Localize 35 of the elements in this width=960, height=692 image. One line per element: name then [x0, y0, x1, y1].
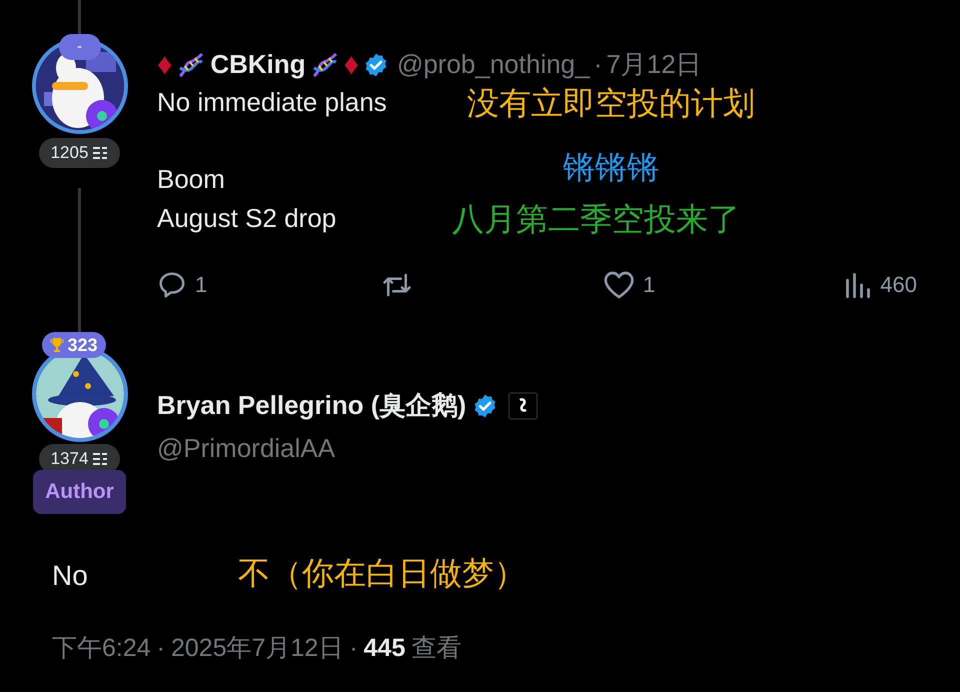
- post-time[interactable]: 下午6:24: [52, 630, 151, 668]
- list-icon: [92, 452, 108, 466]
- post-text: Boom: [157, 163, 226, 196]
- views-button[interactable]: 460: [844, 268, 917, 301]
- post-text: August S2 drop: [157, 202, 338, 235]
- bar-chart-icon: [844, 270, 872, 298]
- separator: ·: [349, 633, 358, 664]
- translation-note: 不（你在白日做梦）: [238, 554, 526, 593]
- diamond-symbol: ♦: [157, 47, 172, 83]
- user-name[interactable]: CBKing: [210, 45, 306, 84]
- like-button[interactable]: 1: [603, 268, 826, 301]
- separator: ·: [156, 633, 165, 664]
- trophy-badge: 323: [42, 332, 106, 358]
- user-handle[interactable]: @PrimordialAA: [157, 429, 960, 468]
- post-date[interactable]: 2025年7月12日: [171, 630, 344, 668]
- author-badge: Author: [33, 470, 126, 514]
- diamond-symbol: ♦: [344, 47, 359, 83]
- view-count: 445: [364, 633, 406, 664]
- trophy-icon: [50, 337, 64, 353]
- user-name[interactable]: Bryan Pellegrino (臭企鹅): [157, 386, 466, 425]
- reply-icon: [157, 270, 187, 300]
- post-text: No immediate plans: [157, 86, 388, 119]
- translation-note: 没有立即空投的计划: [467, 84, 755, 122]
- list-icon: [92, 146, 108, 160]
- score-badge: 1205: [38, 138, 120, 168]
- post-date[interactable]: 7月12日: [606, 45, 702, 84]
- level-badge: -: [58, 34, 100, 60]
- heart-icon: [603, 270, 635, 300]
- user-handle[interactable]: @prob_nothing_: [396, 45, 590, 84]
- views-label: 查看: [411, 633, 462, 664]
- separator: ·: [594, 48, 602, 81]
- translation-note: 八月第二季空投来了: [452, 200, 740, 238]
- post-text: No: [52, 559, 89, 593]
- translation-note: 锵锵锵: [563, 148, 659, 186]
- reply-button[interactable]: 1: [157, 268, 380, 301]
